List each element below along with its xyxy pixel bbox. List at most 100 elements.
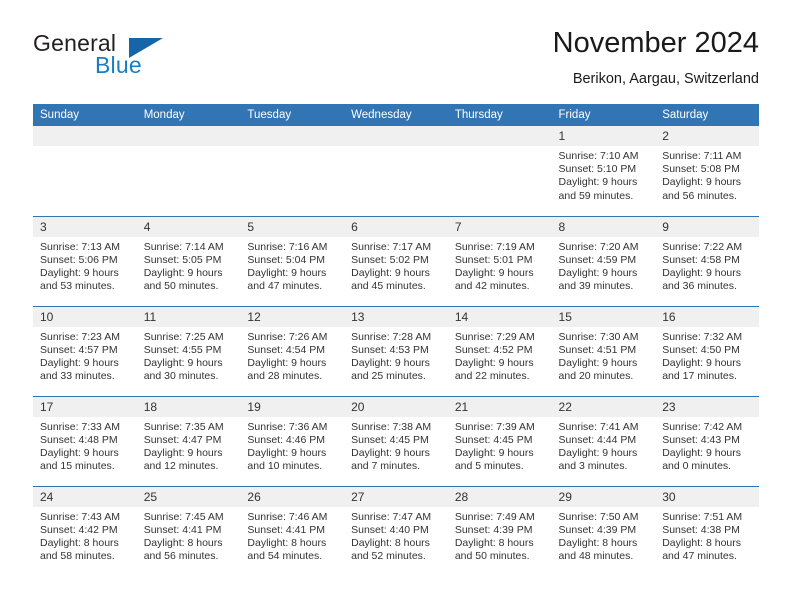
day-details: Sunrise: 7:32 AM Sunset: 4:50 PM Daylight:… [655, 327, 759, 384]
day-number: 8 [551, 216, 656, 237]
calendar-day-cell[interactable]: 10 Sunrise: 7:23 AM Sunset: 4:57 PM Dayligh… [33, 305, 137, 396]
sunrise-text: Sunrise: 7:45 AM [143, 510, 224, 523]
calendar-grid: Sunday Monday Tuesday Wednesday Thursday… [33, 104, 759, 576]
day-details: Sunrise: 7:23 AM Sunset: 4:57 PM Daylight:… [33, 327, 137, 384]
sunrise-text: Sunrise: 7:22 AM [662, 240, 743, 253]
weekday-header-monday: Monday [136, 104, 241, 126]
day-cell-inner [240, 126, 345, 216]
calendar-day-cell[interactable]: 21 Sunrise: 7:39 AM Sunset: 4:45 PM Dayligh… [447, 395, 552, 486]
daylight-text: Daylight: 9 hours and 42 minutes. [454, 266, 534, 293]
calendar-day-cell[interactable]: 4 Sunrise: 7:14 AM Sunset: 5:05 PM Daylight… [136, 215, 241, 306]
calendar-day-cell[interactable]: 7 Sunrise: 7:19 AM Sunset: 5:01 PM Daylight… [447, 215, 552, 306]
day-cell-inner: 28 Sunrise: 7:49 AM Sunset: 4:39 PM Dayligh… [447, 486, 552, 577]
weekday-header-sunday: Sunday [33, 104, 137, 126]
calendar-day-cell[interactable]: 15 Sunrise: 7:30 AM Sunset: 4:51 PM Dayligh… [551, 305, 656, 396]
weekday-header-friday: Friday [551, 104, 656, 126]
sunset-text: Sunset: 4:42 PM [40, 523, 118, 536]
day-details: Sunrise: 7:50 AM Sunset: 4:39 PM Daylight:… [552, 507, 656, 564]
sunrise-text: Sunrise: 7:14 AM [143, 240, 224, 253]
day-details: Sunrise: 7:46 AM Sunset: 4:41 PM Daylight:… [240, 507, 344, 564]
daylight-text: Daylight: 9 hours and 45 minutes. [351, 266, 430, 293]
calendar-day-cell[interactable]: 26 Sunrise: 7:46 AM Sunset: 4:41 PM Dayligh… [240, 485, 345, 576]
day-cell-inner: 7 Sunrise: 7:19 AM Sunset: 5:01 PM Daylight… [447, 216, 552, 306]
calendar-day-cell[interactable]: 23 Sunrise: 7:42 AM Sunset: 4:43 PM Dayligh… [655, 395, 759, 486]
calendar-day-cell[interactable]: 17 Sunrise: 7:33 AM Sunset: 4:48 PM Dayligh… [33, 395, 137, 486]
calendar-day-cell[interactable]: 12 Sunrise: 7:26 AM Sunset: 4:54 PM Dayligh… [240, 305, 345, 396]
day-details: Sunrise: 7:36 AM Sunset: 4:46 PM Daylight:… [240, 417, 344, 474]
day-cell-inner: 22 Sunrise: 7:41 AM Sunset: 4:44 PM Dayligh… [551, 396, 656, 486]
sunset-text: Sunset: 4:50 PM [662, 343, 740, 356]
day-details: Sunrise: 7:41 AM Sunset: 4:44 PM Daylight:… [552, 417, 656, 474]
calendar-week-row: 24 Sunrise: 7:43 AM Sunset: 4:42 PM Dayligh… [33, 485, 759, 577]
daylight-text: Daylight: 9 hours and 12 minutes. [143, 446, 223, 473]
day-number: 23 [655, 396, 759, 417]
sunrise-text: Sunrise: 7:11 AM [662, 150, 742, 162]
calendar-day-cell[interactable]: 6 Sunrise: 7:17 AM Sunset: 5:02 PM Daylight… [344, 215, 448, 306]
calendar-day-cell[interactable]: 8 Sunrise: 7:20 AM Sunset: 4:59 PM Daylight… [551, 215, 656, 306]
daylight-text: Daylight: 9 hours and 20 minutes. [558, 356, 638, 383]
daylight-text: Daylight: 9 hours and 15 minutes. [40, 446, 119, 473]
daylight-text: Daylight: 9 hours and 33 minutes. [40, 356, 119, 383]
daylight-text: Daylight: 9 hours and 7 minutes. [351, 446, 430, 473]
calendar-day-cell[interactable]: 3 Sunrise: 7:13 AM Sunset: 5:06 PM Daylight… [33, 215, 137, 306]
calendar-day-cell[interactable]: 22 Sunrise: 7:41 AM Sunset: 4:44 PM Dayligh… [551, 395, 656, 486]
calendar-day-cell[interactable]: 5 Sunrise: 7:16 AM Sunset: 5:04 PM Daylight… [240, 215, 345, 306]
day-number: 11 [136, 306, 241, 327]
daylight-text: Daylight: 8 hours and 48 minutes. [558, 536, 638, 563]
calendar-week-row: 3 Sunrise: 7:13 AM Sunset: 5:06 PM Daylight… [33, 215, 759, 306]
calendar-day-cell[interactable]: 27 Sunrise: 7:47 AM Sunset: 4:40 PM Dayligh… [344, 485, 448, 576]
calendar-day-cell[interactable]: 1 Sunrise: 7:10 AM Sunset: 5:10 PM Daylight… [551, 126, 656, 216]
calendar-day-cell[interactable]: 24 Sunrise: 7:43 AM Sunset: 4:42 PM Dayligh… [33, 485, 137, 576]
sunset-text: Sunset: 5:08 PM [662, 163, 740, 176]
calendar-day-cell[interactable]: 9 Sunrise: 7:22 AM Sunset: 4:58 PM Daylight… [655, 215, 759, 306]
day-details: Sunrise: 7:14 AM Sunset: 5:05 PM Daylight:… [137, 237, 241, 294]
daylight-text: Daylight: 9 hours and 17 minutes. [662, 356, 742, 383]
day-number: 21 [447, 396, 552, 417]
day-details: Sunrise: 7:45 AM Sunset: 4:41 PM Daylight:… [137, 507, 241, 564]
day-cell-inner [136, 126, 241, 216]
day-number [447, 126, 552, 146]
day-details: Sunrise: 7:10 AM Sunset: 5:10 PM Daylight:… [552, 146, 656, 203]
calendar-day-cell[interactable]: 13 Sunrise: 7:28 AM Sunset: 4:53 PM Dayligh… [344, 305, 448, 396]
day-cell-inner: 10 Sunrise: 7:23 AM Sunset: 4:57 PM Dayligh… [33, 306, 137, 396]
daylight-text: Daylight: 9 hours and 59 minutes. [558, 176, 638, 202]
calendar-day-cell[interactable]: 16 Sunrise: 7:32 AM Sunset: 4:50 PM Dayligh… [655, 305, 759, 396]
calendar-day-cell[interactable]: 29 Sunrise: 7:50 AM Sunset: 4:39 PM Dayligh… [551, 485, 656, 576]
calendar-day-cell[interactable]: 28 Sunrise: 7:49 AM Sunset: 4:39 PM Dayligh… [447, 485, 552, 577]
daylight-text: Daylight: 9 hours and 39 minutes. [558, 266, 638, 293]
calendar-day-cell[interactable]: 25 Sunrise: 7:45 AM Sunset: 4:41 PM Dayligh… [136, 485, 241, 576]
calendar-day-cell[interactable]: 14 Sunrise: 7:29 AM Sunset: 4:52 PM Dayligh… [447, 305, 552, 396]
sunset-text: Sunset: 5:05 PM [143, 253, 222, 266]
calendar-day-cell[interactable]: 2 Sunrise: 7:11 AM Sunset: 5:08 PM Daylight… [655, 126, 759, 216]
day-number: 15 [551, 306, 656, 327]
sunrise-text: Sunrise: 7:42 AM [662, 420, 743, 433]
day-number: 10 [33, 306, 137, 327]
sunset-text: Sunset: 4:53 PM [351, 343, 429, 356]
day-cell-inner: 9 Sunrise: 7:22 AM Sunset: 4:58 PM Daylight… [655, 216, 759, 306]
calendar-day-cell-empty [344, 126, 448, 216]
sunrise-text: Sunrise: 7:29 AM [454, 330, 535, 343]
calendar-day-cell[interactable]: 19 Sunrise: 7:36 AM Sunset: 4:46 PM Dayligh… [240, 395, 345, 486]
sunrise-text: Sunrise: 7:46 AM [247, 510, 328, 523]
day-number [33, 126, 137, 146]
general-blue-logo[interactable]: General Blue [33, 30, 213, 86]
calendar-day-cell[interactable]: 20 Sunrise: 7:38 AM Sunset: 4:45 PM Dayligh… [344, 395, 448, 486]
calendar-day-cell[interactable]: 18 Sunrise: 7:35 AM Sunset: 4:47 PM Dayligh… [136, 395, 241, 486]
sunrise-text: Sunrise: 7:41 AM [558, 420, 639, 433]
sunset-text: Sunset: 4:54 PM [247, 343, 326, 356]
sunrise-text: Sunrise: 7:13 AM [40, 240, 120, 253]
page-title: November 2024 [552, 27, 759, 59]
day-details: Sunrise: 7:26 AM Sunset: 4:54 PM Daylight:… [240, 327, 344, 384]
sunrise-text: Sunrise: 7:49 AM [454, 510, 535, 523]
day-cell-inner: 13 Sunrise: 7:28 AM Sunset: 4:53 PM Dayligh… [344, 306, 448, 396]
calendar-day-cell[interactable]: 30 Sunrise: 7:51 AM Sunset: 4:38 PM Dayligh… [655, 485, 759, 576]
day-number: 6 [344, 216, 448, 237]
sunset-text: Sunset: 4:41 PM [143, 523, 222, 536]
sunset-text: Sunset: 4:38 PM [662, 523, 740, 536]
sunset-text: Sunset: 4:59 PM [558, 253, 637, 266]
day-cell-inner: 1 Sunrise: 7:10 AM Sunset: 5:10 PM Daylight… [551, 126, 656, 216]
day-cell-inner: 12 Sunrise: 7:26 AM Sunset: 4:54 PM Dayligh… [240, 306, 345, 396]
day-number: 30 [655, 486, 759, 507]
calendar-day-cell[interactable]: 11 Sunrise: 7:25 AM Sunset: 4:55 PM Dayligh… [136, 305, 241, 396]
sunset-text: Sunset: 4:57 PM [40, 343, 118, 356]
